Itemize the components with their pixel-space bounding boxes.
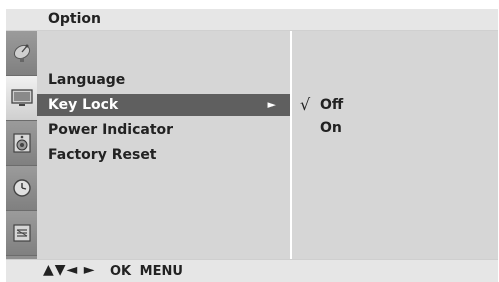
menu-item-label: Language — [48, 72, 126, 88]
menu-item-label: Factory Reset — [48, 147, 157, 163]
option-label: On — [320, 120, 342, 136]
category-option[interactable] — [6, 211, 37, 256]
title-bar: Option — [6, 9, 498, 31]
checkmark-icon: √ — [300, 95, 311, 114]
clock-icon — [12, 179, 31, 197]
submenu-arrow-icon: ► — [267, 98, 276, 111]
menu-item-power-indicator[interactable]: Power Indicator — [37, 119, 290, 141]
menu-item-key-lock[interactable]: Key Lock ► — [37, 94, 290, 116]
menu-title: Option — [48, 11, 101, 27]
speaker-icon — [12, 133, 31, 153]
key-lock-submenu: √ Off On — [292, 31, 498, 259]
tv-screen-icon — [10, 89, 33, 106]
option-menu-panel: Language Key Lock ► Power Indicator Fact… — [37, 31, 292, 259]
category-time[interactable] — [6, 166, 37, 211]
category-sound[interactable] — [6, 121, 37, 166]
category-station[interactable] — [6, 31, 37, 76]
menu-item-label: Power Indicator — [48, 122, 174, 138]
option-label: Off — [320, 97, 344, 113]
category-picture[interactable] — [6, 76, 37, 121]
menu-item-label: Key Lock — [48, 97, 119, 113]
satellite-dish-icon — [13, 44, 30, 62]
option-icon — [12, 224, 31, 242]
menu-item-language[interactable]: Language — [37, 69, 290, 91]
navigation-hint-bar: ▲▼◄ ► OK MENU — [6, 259, 498, 282]
arrow-keys-icon: ▲▼◄ ► — [43, 262, 96, 278]
osd-menu: Option Language Key Lock ► Power Indicat… — [6, 9, 498, 282]
category-icon-strip — [6, 31, 37, 259]
ok-menu-hint: OK MENU — [110, 264, 183, 279]
menu-item-factory-reset[interactable]: Factory Reset — [37, 144, 290, 166]
